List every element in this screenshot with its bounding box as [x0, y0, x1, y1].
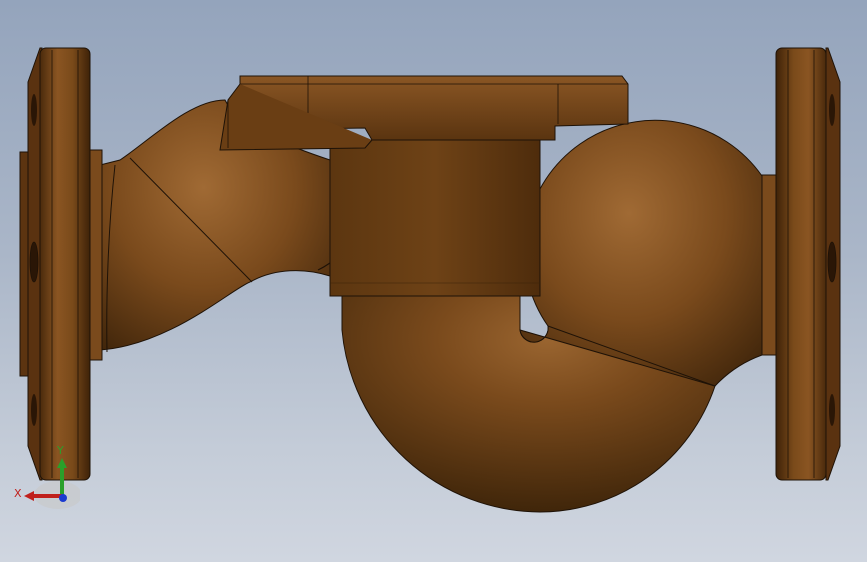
left-flange [19, 47, 103, 481]
pipe-trap-model[interactable] [0, 0, 867, 562]
trap-body [329, 139, 541, 297]
z-axis-dot [59, 494, 67, 502]
cover-plate [219, 75, 629, 151]
reference-triad: Y X [14, 444, 80, 509]
y-axis-label: Y [56, 444, 64, 457]
right-flange [761, 47, 841, 481]
x-axis-label: X [14, 487, 22, 500]
graphics-viewport[interactable]: Y X [0, 0, 867, 562]
